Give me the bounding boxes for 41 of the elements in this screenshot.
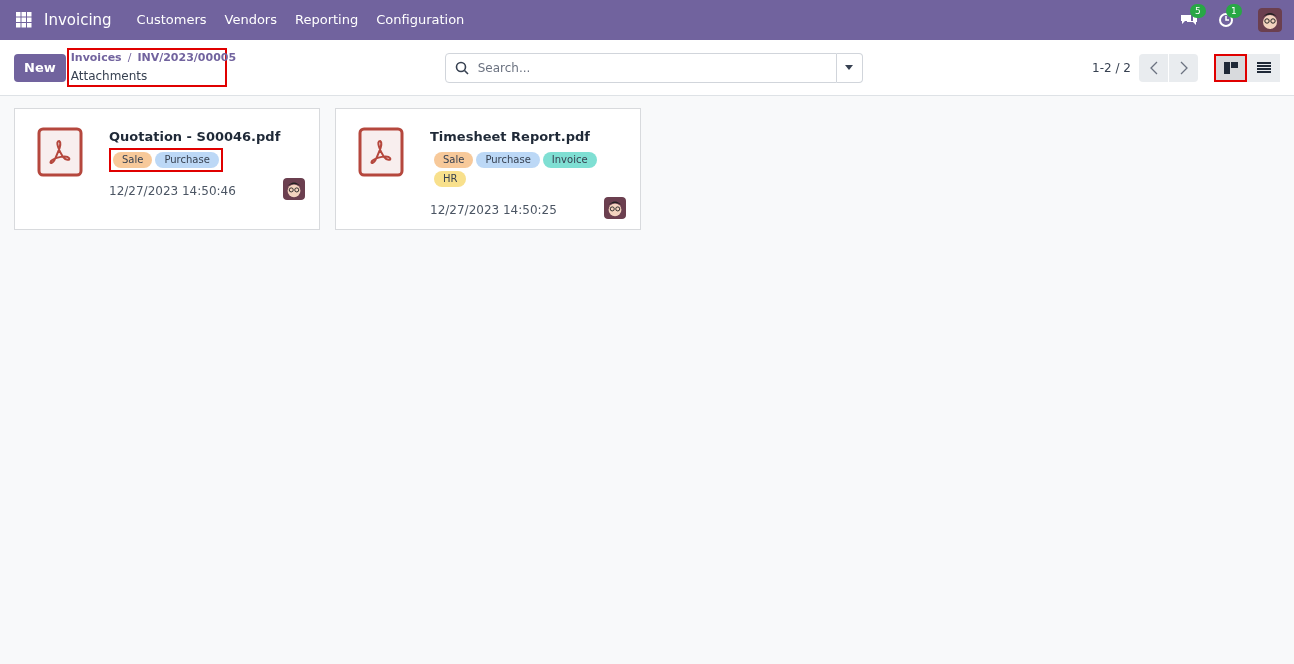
tag: Sale — [434, 151, 474, 168]
avatar-icon — [604, 196, 626, 219]
tag: Sale — [113, 151, 153, 168]
new-button[interactable]: New — [14, 53, 66, 82]
menu-item[interactable]: Customers — [127, 10, 216, 30]
tag: HR — [434, 170, 467, 187]
avatar-icon — [1258, 8, 1282, 32]
app-name[interactable]: Invoicing — [44, 8, 112, 32]
search-field[interactable]: Search... — [444, 52, 837, 83]
attachment-date: 12/27/2023 14:50:25 — [430, 201, 557, 219]
pager-value: 1-2 / 2 — [1092, 59, 1131, 77]
page-title: Attachments — [70, 67, 149, 85]
breadcrumb-separator: / — [127, 50, 132, 67]
notification-badge: 1 — [1226, 4, 1242, 18]
notification-badge: 5 — [1190, 4, 1206, 18]
chevron-right-icon — [1179, 60, 1188, 75]
file-name: Timesheet Report.pdf — [430, 128, 591, 146]
search-dropdown-toggle[interactable] — [836, 52, 863, 83]
view-switch-button[interactable] — [1247, 53, 1280, 82]
pdf-file-icon — [358, 127, 404, 177]
tag: Purchase — [155, 151, 219, 168]
menu-item[interactable]: Vendors — [215, 10, 286, 30]
file-name: Quotation - S00046.pdf — [109, 128, 282, 146]
pdf-file-icon — [37, 127, 83, 177]
tag: Invoice — [542, 151, 597, 168]
menu-item[interactable]: Configuration — [367, 10, 474, 30]
caret-icon — [845, 65, 854, 70]
menu-item[interactable]: Reporting — [286, 10, 368, 30]
breadcrumb-link[interactable]: Invoices — [70, 50, 122, 67]
attachment-card[interactable]: Timesheet Report.pdf Sale Purchase Invoice HR 12/27/2023 14:50:25 — [335, 108, 641, 230]
chevron-left-icon — [1149, 60, 1158, 75]
list-icon — [1256, 62, 1271, 73]
tag: Purchase — [476, 151, 540, 168]
attachment-date: 12/27/2023 14:50:46 — [109, 182, 236, 200]
apps-grid-icon[interactable] — [16, 12, 32, 28]
avatar-icon — [283, 177, 305, 200]
clock-icon[interactable] — [1218, 12, 1234, 28]
search-icon — [454, 60, 469, 75]
attachment-card[interactable]: Quotation - S00046.pdf Sale Purchase 12/27/2023 14:50:46 — [14, 108, 320, 230]
kanban-icon — [1223, 61, 1238, 74]
view-switch-button[interactable] — [1214, 53, 1247, 82]
